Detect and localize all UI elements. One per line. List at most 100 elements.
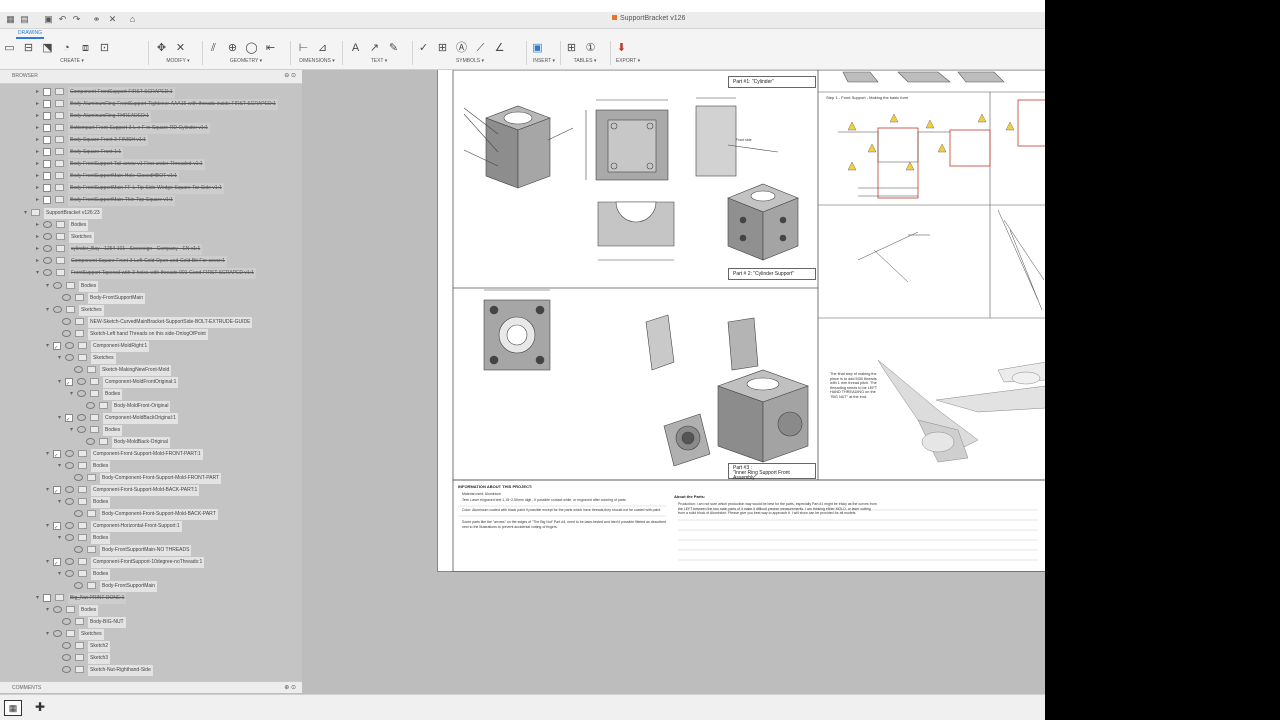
visibility-checkbox[interactable] [43, 183, 51, 192]
ribbon-group-tables[interactable]: ⊞ ① TABLES ▾ [564, 39, 606, 67]
collapse-arrow-icon[interactable]: ▾ [34, 268, 41, 279]
visibility-checkbox[interactable] [43, 135, 51, 144]
expand-arrow-icon[interactable]: ▸ [34, 159, 41, 170]
ribbon-group-modify[interactable]: ✥ ✕ MODIFY ▾ [154, 39, 202, 67]
tree-item-body[interactable]: Body-FrontSupportMain-NO THREADS [72, 545, 192, 556]
eye-icon[interactable] [77, 378, 86, 386]
visibility-checkbox[interactable] [43, 111, 51, 120]
tree-item-folder[interactable]: ▾ Sketches [44, 305, 104, 316]
break-view-icon[interactable]: ⧈ [78, 41, 93, 56]
tree-item-sketch[interactable]: Sketch3 [60, 653, 111, 664]
tree-item-component[interactable]: ▾ ✓ Component-Front-Support-Mold-FRONT-PAR… [44, 449, 203, 460]
expand-arrow-icon[interactable]: ▸ [34, 135, 41, 146]
tree-item-folder[interactable]: ▾ Bodies [44, 281, 99, 292]
tree-item-folder[interactable]: ▾ Bodies [68, 425, 123, 436]
expand-arrow-icon[interactable]: ▸ [34, 220, 41, 231]
eye-icon[interactable] [53, 306, 62, 314]
collapse-arrow-icon[interactable]: ▾ [56, 353, 63, 364]
tree-item-component[interactable]: ▾ ✓ Component-FrontSupport-10degree-noThre… [44, 557, 205, 568]
detail-view-icon[interactable]: ◔ [59, 41, 74, 56]
export-pdf-icon[interactable]: ⬇ [614, 41, 629, 56]
expand-arrow-icon[interactable]: ▸ [34, 99, 41, 110]
tree-item-sketch[interactable]: Sketch-Nut-Righthand-Side [60, 665, 153, 676]
balloon-icon[interactable]: ① [583, 41, 598, 56]
eye-icon[interactable] [43, 269, 52, 277]
eye-icon[interactable] [74, 366, 83, 374]
dimension-icon[interactable]: ⊢ [296, 41, 311, 56]
tree-item[interactable]: ▸ cylinder_Bay - 1254-101 - Sovereign - C… [34, 244, 203, 255]
eye-icon[interactable] [43, 221, 52, 229]
eye-icon[interactable] [74, 474, 83, 482]
expand-arrow-icon[interactable]: ▸ [34, 87, 41, 98]
collapse-arrow-icon[interactable]: ▾ [56, 413, 63, 424]
expand-arrow-icon[interactable]: ▸ [34, 244, 41, 255]
visibility-checkbox[interactable] [43, 159, 51, 168]
base-view-icon[interactable]: ▭ [2, 41, 17, 56]
eye-icon[interactable] [65, 570, 74, 578]
ribbon-group-symbols[interactable]: ✓ ⊞ Ⓐ ⟋ ∠ SYMBOLS ▾ [416, 39, 524, 67]
tree-item[interactable]: ▸ Body-Square-Front-1:1 [34, 147, 124, 158]
tree-item[interactable]: ▸ Body-AluminumRing-THREADED:1 [34, 111, 151, 122]
home-icon[interactable]: ⌂ [128, 15, 137, 24]
eye-icon[interactable] [74, 510, 83, 518]
browser-header[interactable]: BROWSER ⊖ ⊙ [0, 70, 302, 84]
comments-panel-header[interactable]: COMMENTS ⊕ ⊙ [0, 681, 302, 693]
collapse-arrow-icon[interactable]: ▾ [68, 425, 75, 436]
tree-item[interactable]: ▾ FrontSupport-Tapered-with-3-holes-with-… [34, 268, 256, 279]
ribbon-group-export[interactable]: ⬇ EXPORT ▾ [614, 39, 642, 67]
projected-view-icon[interactable]: ⊟ [21, 41, 36, 56]
tree-item[interactable]: ▸ Component-FrontSupport-FIRST-SCRAPED:1 [34, 87, 175, 98]
tree-item-sketch[interactable]: Sketch-MakingNewFront-Mold [72, 365, 172, 376]
eye-icon[interactable] [43, 245, 52, 253]
eye-icon[interactable] [53, 282, 62, 290]
centerline-icon[interactable]: ⫽ [206, 41, 221, 56]
eye-icon[interactable] [43, 233, 52, 241]
taper-icon[interactable]: ∠ [492, 41, 507, 56]
tree-item-body[interactable]: Body-FrontSupportMain [72, 581, 158, 592]
eye-icon[interactable] [77, 390, 86, 398]
ribbon-group-geometry[interactable]: ⫽ ⊕ ◯ ⇤ GEOMETRY ▾ [206, 39, 286, 67]
ribbon-group-text[interactable]: A ↗ ✎ TEXT ▾ [348, 39, 410, 67]
expand-arrow-icon[interactable]: ▸ [34, 171, 41, 182]
tree-item-folder[interactable]: ▾ Bodies [56, 533, 111, 544]
ribbon-group-create[interactable]: ▭ ⊟ ⬔ ◔ ⧈ ⊡ CREATE ▾ [2, 39, 142, 67]
collapse-arrow-icon[interactable]: ▾ [68, 389, 75, 400]
collapse-arrow-icon[interactable]: ▾ [34, 593, 41, 604]
tree-item-body[interactable]: Body-MoldFront-Original [84, 401, 171, 412]
close-x-icon[interactable]: ✕ [108, 15, 117, 24]
drawing-thumbnail-icon[interactable]: ▦ [4, 700, 22, 716]
eye-icon[interactable] [62, 330, 71, 338]
expand-arrow-icon[interactable]: ▸ [34, 111, 41, 122]
circle-icon[interactable]: ◯ [244, 41, 259, 56]
tab-drawing[interactable]: DRAWING [16, 29, 44, 39]
eye-icon[interactable] [65, 486, 74, 494]
collapse-arrow-icon[interactable]: ▾ [44, 521, 51, 532]
link-icon[interactable]: ⚭ [92, 15, 101, 24]
panel-controls-icon[interactable]: ⊖ ⊙ [284, 70, 296, 83]
eye-icon[interactable] [65, 462, 74, 470]
leader-icon[interactable]: ↗ [367, 41, 382, 56]
collapse-arrow-icon[interactable]: ▾ [44, 341, 51, 352]
tree-item[interactable]: ▸ Body-FrontSupportMain-FF-L-Tip-Side-Wed… [34, 183, 224, 194]
text-icon[interactable]: A [348, 41, 363, 56]
eye-icon[interactable] [53, 630, 62, 638]
tree-item-component[interactable]: ▾ ✓ Component-MoldBackOriginal:1 [56, 413, 178, 424]
collapse-arrow-icon[interactable]: ▾ [44, 281, 51, 292]
eye-icon[interactable] [74, 582, 83, 590]
note-icon[interactable]: ✎ [386, 41, 401, 56]
visibility-checkbox[interactable]: ✓ [53, 557, 61, 567]
tree-item-component[interactable]: ▾ ✓ Component-MoldFrontOriginal:1 [56, 377, 179, 388]
eye-icon[interactable] [86, 402, 95, 410]
eye-icon[interactable] [65, 342, 74, 350]
tree-item-body[interactable]: Body-MoldBack-Original [84, 437, 170, 448]
centermark-icon[interactable]: ⊡ [97, 41, 112, 56]
eye-icon[interactable] [74, 546, 83, 554]
visibility-checkbox[interactable] [43, 87, 51, 96]
section-view-icon[interactable]: ⬔ [40, 41, 55, 56]
visibility-checkbox[interactable] [43, 99, 51, 108]
tree-item-folder[interactable]: ▾ Bodies [56, 497, 111, 508]
collapse-arrow-icon[interactable]: ▾ [44, 449, 51, 460]
tree-item-sketch[interactable]: Sketch2 [60, 641, 111, 652]
tree-item-body[interactable]: Body-Component-Front-Support-Mold-FRONT-… [72, 473, 222, 484]
tree-item[interactable]: ▸ Body-FrontSupport-Tail-arrow-v1-First-u… [34, 159, 205, 170]
